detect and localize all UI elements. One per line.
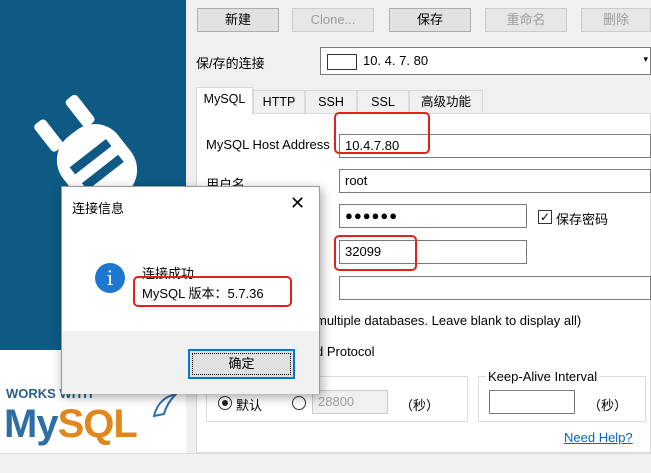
dolphin-icon [152,392,180,418]
databases-input[interactable] [339,276,651,300]
tab-ssl[interactable]: SSL [357,90,409,113]
save-password-checkbox[interactable]: ✓ [538,210,552,224]
host-highlight-box [334,112,430,154]
chevron-down-icon: ▾ [643,54,648,64]
close-icon[interactable]: ✕ [290,193,305,214]
databases-hint: multiple databases. Leave blank to displ… [316,313,582,328]
tab-mysql[interactable]: MySQL [196,87,253,114]
tab-http[interactable]: HTTP [253,90,305,113]
ok-button[interactable]: 确定 [188,349,295,379]
save-password-label: 保存密码 [556,212,609,227]
version-highlight-box [133,276,292,307]
dialog-title: 连接信息 [72,201,125,216]
timeout-input[interactable]: 28800 [312,390,388,414]
timeout-default-label: 默认 [236,398,263,413]
password-input[interactable]: ●●●●●● [339,204,527,228]
tab-advanced[interactable]: 高级功能 [409,90,483,113]
timeout-custom-radio[interactable] [292,396,306,410]
keepalive-input[interactable] [489,390,575,414]
save-button[interactable]: 保存 [389,8,471,32]
mysql-logo-my: My [4,402,59,446]
keepalive-unit: （秒） [588,398,628,413]
mysql-logo-sql: SQL [57,402,138,446]
keepalive-label: Keep-Alive Interval [486,369,600,384]
timeout-default-radio[interactable] [218,396,232,410]
username-input[interactable]: root [339,169,651,193]
saved-connection-label: 保/存的连接 [196,56,265,71]
connection-info-dialog: 连接信息 ✕ i 连接成功 MySQL 版本：5.7.36 确定 [61,186,320,394]
tab-ssh[interactable]: SSH [305,90,357,113]
need-help-link[interactable]: Need Help? [564,430,633,445]
delete-button[interactable]: 删除 [581,8,651,32]
saved-connection-value: 10. 4. 7. 80 [363,53,429,68]
timeout-unit: （秒） [400,398,440,413]
protocol-label: d Protocol [316,344,375,359]
new-button[interactable]: 新建 [197,8,279,32]
mysql-logo: MySQL [4,402,138,447]
ok-focus-ring [192,353,291,375]
rename-button[interactable]: 重命名 [485,8,567,32]
saved-connection-select[interactable]: 10. 4. 7. 80 ▾ [320,47,651,75]
bottom-bar [0,453,651,473]
host-label: MySQL Host Address [206,137,330,152]
clone-button[interactable]: Clone... [292,8,374,32]
info-icon: i [95,263,125,293]
port-highlight-box [334,235,417,271]
connection-color-swatch [327,53,357,70]
